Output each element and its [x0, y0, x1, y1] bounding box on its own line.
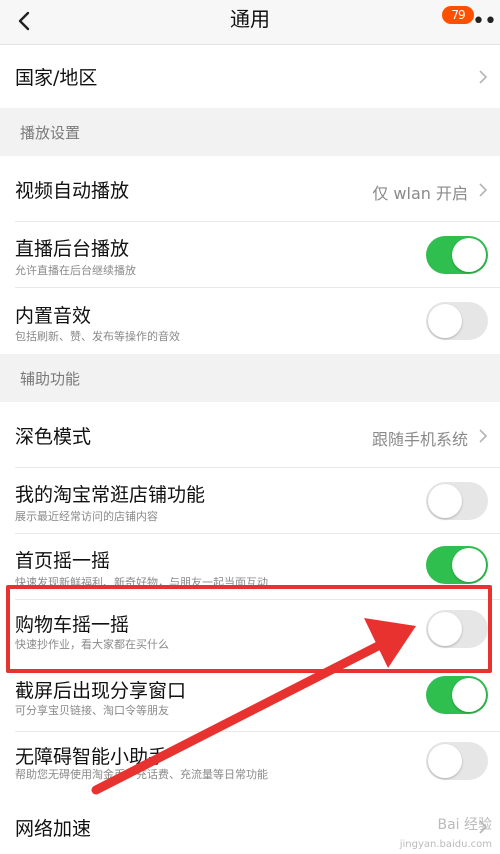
- watermark-url: jingyan.baidu.com: [399, 839, 492, 850]
- watermark-logo: Bai 经验: [437, 817, 492, 833]
- annotation-arrow-icon: [91, 618, 416, 795]
